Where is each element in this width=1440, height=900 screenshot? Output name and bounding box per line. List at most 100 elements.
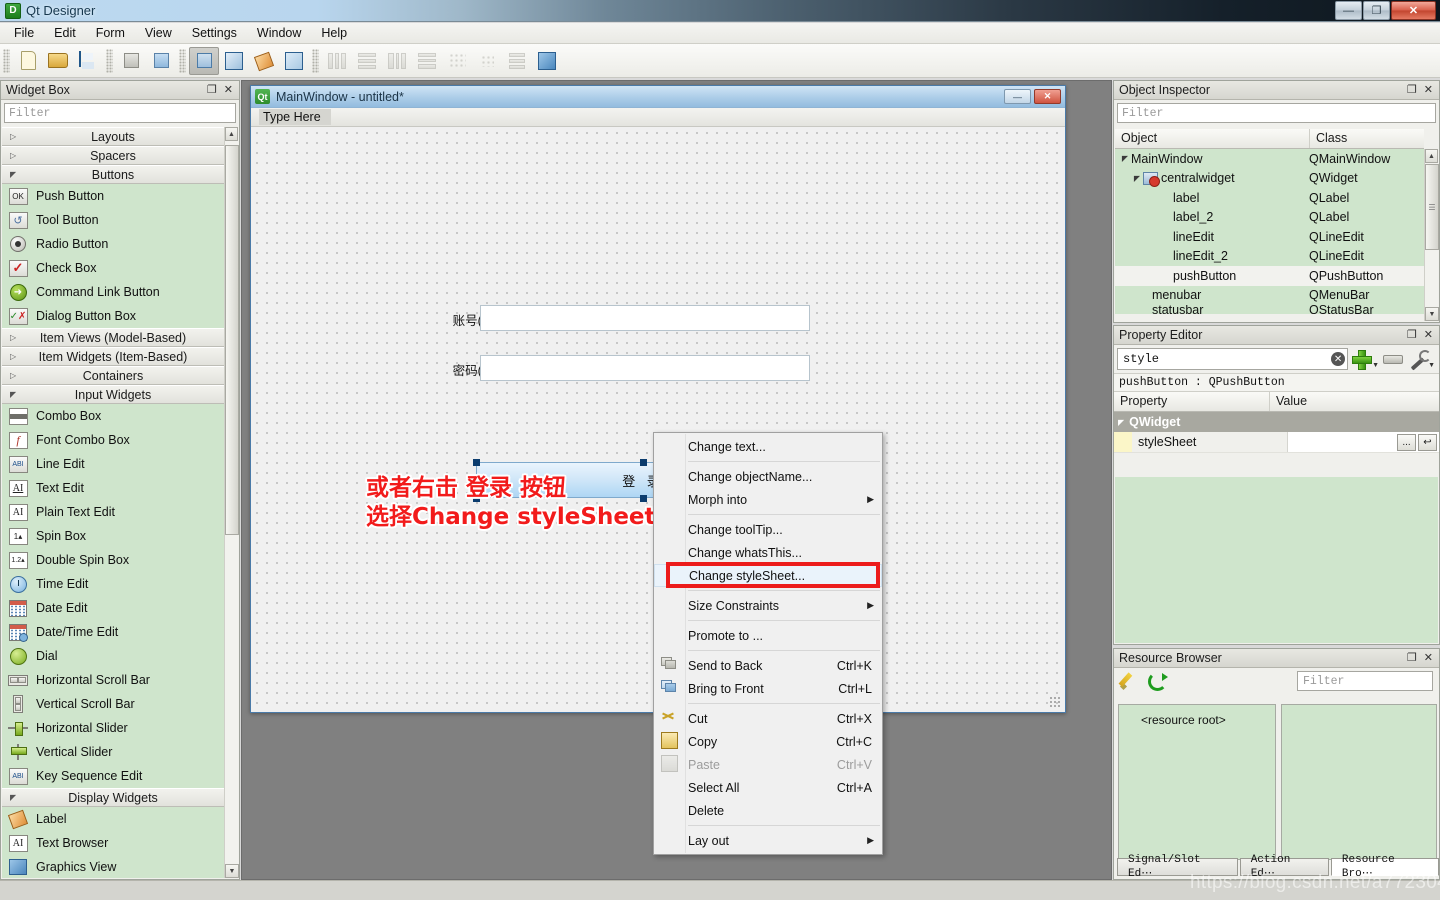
- clear-filter-icon[interactable]: ✕: [1331, 352, 1346, 366]
- table-row[interactable]: menubar QMenuBar: [1115, 286, 1424, 306]
- expand-twisty-icon[interactable]: ◤: [1131, 174, 1143, 183]
- menu-item-change-text[interactable]: Change text...: [654, 435, 882, 458]
- menu-item-bring-to-front[interactable]: Bring to Front Ctrl+L: [654, 677, 882, 700]
- widget-item-vertical-slider[interactable]: Vertical Slider: [2, 740, 224, 764]
- menu-item-size-constraints[interactable]: Size Constraints ▶: [654, 594, 882, 617]
- widget-item-command-link-button[interactable]: ➜ Command Link Button: [2, 280, 224, 304]
- menu-help[interactable]: Help: [311, 24, 357, 42]
- scroll-down-button[interactable]: ▼: [1425, 307, 1439, 321]
- table-row[interactable]: label_2 QLabel: [1115, 208, 1424, 228]
- menu-file[interactable]: File: [4, 24, 44, 42]
- menu-item-promote-to[interactable]: Promote to ...: [654, 624, 882, 647]
- toolbar-grip-3[interactable]: [179, 48, 186, 73]
- save-icon[interactable]: [73, 47, 103, 75]
- edit-signals-mode-icon[interactable]: [219, 47, 249, 75]
- reset-property-button[interactable]: ↩: [1418, 433, 1437, 451]
- widget-category-containers[interactable]: ▷ Containers: [2, 366, 224, 385]
- redo-icon[interactable]: [146, 47, 176, 75]
- break-layout-icon[interactable]: [502, 47, 532, 75]
- scrollbar-thumb[interactable]: [225, 145, 239, 535]
- float-panel-icon[interactable]: ❐: [207, 84, 217, 96]
- menu-item-change-tooltip[interactable]: Change toolTip...: [654, 518, 882, 541]
- widget-category-item-views[interactable]: ▷ Item Views (Model-Based): [2, 328, 224, 347]
- form-close-button[interactable]: ✕: [1034, 89, 1061, 104]
- form-menu-placeholder[interactable]: Type Here: [259, 109, 331, 125]
- chevron-down-icon[interactable]: ▼: [1428, 362, 1435, 369]
- close-panel-icon[interactable]: ✕: [224, 84, 233, 96]
- widget-item-line-edit[interactable]: ABI Line Edit: [2, 452, 224, 476]
- table-row[interactable]: statusbar QStatusBar: [1115, 305, 1424, 314]
- scrollbar-thumb[interactable]: ☰: [1425, 164, 1439, 250]
- resize-handle-tl[interactable]: [473, 459, 480, 466]
- menu-item-change-stylesheet[interactable]: Change styleSheet...: [654, 564, 882, 587]
- scroll-up-button[interactable]: ▲: [1425, 149, 1438, 163]
- expand-twisty-icon[interactable]: ◤: [1119, 154, 1131, 163]
- menu-item-copy[interactable]: Copy Ctrl+C: [654, 730, 882, 753]
- remove-property-icon[interactable]: [1383, 354, 1404, 364]
- table-row-selected[interactable]: pushButton QPushButton: [1115, 266, 1424, 286]
- expand-twisty-icon[interactable]: ◤: [1118, 418, 1124, 427]
- layout-vertically-icon[interactable]: [352, 47, 382, 75]
- menu-item-lay-out[interactable]: Lay out ▶: [654, 829, 882, 852]
- object-inspector-filter-input[interactable]: Filter: [1117, 103, 1436, 123]
- resource-tree[interactable]: <resource root>: [1118, 704, 1276, 860]
- menu-form[interactable]: Form: [86, 24, 135, 42]
- widget-category-buttons[interactable]: ◤ Buttons: [2, 165, 224, 184]
- property-row-stylesheet[interactable]: styleSheet ... ↩: [1114, 432, 1439, 453]
- widget-category-input-widgets[interactable]: ◤ Input Widgets: [2, 385, 224, 404]
- table-row[interactable]: ◤ centralwidget QWidget: [1115, 169, 1424, 189]
- menu-view[interactable]: View: [135, 24, 182, 42]
- layout-form-icon[interactable]: [472, 47, 502, 75]
- edit-resources-icon[interactable]: [1120, 672, 1138, 690]
- layout-splitter-v-icon[interactable]: [412, 47, 442, 75]
- close-panel-icon[interactable]: ✕: [1424, 329, 1433, 341]
- widget-item-font-combo-box[interactable]: f Font Combo Box: [2, 428, 224, 452]
- widget-item-push-button[interactable]: OK Push Button: [2, 184, 224, 208]
- widget-item-double-spin-box[interactable]: 1.2▴ Double Spin Box: [2, 548, 224, 572]
- widget-item-vertical-scroll-bar[interactable]: Vertical Scroll Bar: [2, 692, 224, 716]
- restore-button[interactable]: ❐: [1363, 1, 1390, 20]
- form-resize-grip[interactable]: [1049, 696, 1061, 708]
- form-minimize-button[interactable]: —: [1004, 89, 1031, 104]
- table-row[interactable]: lineEdit_2 QLineEdit: [1115, 247, 1424, 267]
- widget-box-scrollbar[interactable]: ▲ ▼: [224, 127, 239, 878]
- undo-icon[interactable]: [116, 47, 146, 75]
- widget-category-layouts[interactable]: ▷ Layouts: [2, 127, 224, 146]
- object-inspector-scrollbar[interactable]: ▲ ☰ ▼: [1424, 149, 1439, 321]
- widget-item-dialog-button-box[interactable]: ✓ ✗ Dialog Button Box: [2, 304, 224, 328]
- widget-item-text-edit[interactable]: AI Text Edit: [2, 476, 224, 500]
- resource-preview-pane[interactable]: [1281, 704, 1437, 860]
- menu-item-cut[interactable]: Cut Ctrl+X: [654, 707, 882, 730]
- layout-grid-icon[interactable]: [442, 47, 472, 75]
- property-filter-input[interactable]: style ✕: [1117, 348, 1349, 370]
- widget-item-spin-box[interactable]: 1▴ Spin Box: [2, 524, 224, 548]
- adjust-size-icon[interactable]: [532, 47, 562, 75]
- chevron-down-icon[interactable]: ▼: [1372, 362, 1379, 369]
- close-button[interactable]: ✕: [1391, 1, 1436, 20]
- widget-item-horizontal-scroll-bar[interactable]: Horizontal Scroll Bar: [2, 668, 224, 692]
- menu-item-morph-into[interactable]: Morph into ▶: [654, 488, 882, 511]
- resource-filter-input[interactable]: Filter: [1297, 671, 1433, 691]
- menu-window[interactable]: Window: [247, 24, 311, 42]
- toolbar-grip[interactable]: [3, 48, 10, 73]
- toolbar-grip-2[interactable]: [106, 48, 113, 73]
- edit-buddies-icon[interactable]: [249, 47, 279, 75]
- widget-item-label[interactable]: Label: [2, 807, 224, 831]
- configure-icon[interactable]: [1407, 349, 1432, 369]
- browse-stylesheet-button[interactable]: ...: [1397, 433, 1416, 451]
- widget-item-text-browser[interactable]: AI Text Browser: [2, 831, 224, 855]
- widget-item-date-time-edit[interactable]: Date/Time Edit: [2, 620, 224, 644]
- table-row[interactable]: label QLabel: [1115, 188, 1424, 208]
- table-row[interactable]: ◤ MainWindow QMainWindow: [1115, 149, 1424, 169]
- widget-item-horizontal-slider[interactable]: Horizontal Slider: [2, 716, 224, 740]
- property-group-qwidget[interactable]: ◤ QWidget: [1114, 412, 1439, 432]
- widget-category-spacers[interactable]: ▷ Spacers: [2, 146, 224, 165]
- edit-widgets-mode-icon[interactable]: [189, 46, 219, 75]
- widget-item-tool-button[interactable]: ↺ Tool Button: [2, 208, 224, 232]
- widget-item-plain-text-edit[interactable]: AI Plain Text Edit: [2, 500, 224, 524]
- minimize-button[interactable]: —: [1335, 1, 1362, 20]
- add-property-icon[interactable]: [1351, 349, 1373, 370]
- layout-splitter-h-icon[interactable]: [382, 47, 412, 75]
- widget-item-check-box[interactable]: ✓ Check Box: [2, 256, 224, 280]
- toolbar-grip-4[interactable]: [312, 48, 319, 73]
